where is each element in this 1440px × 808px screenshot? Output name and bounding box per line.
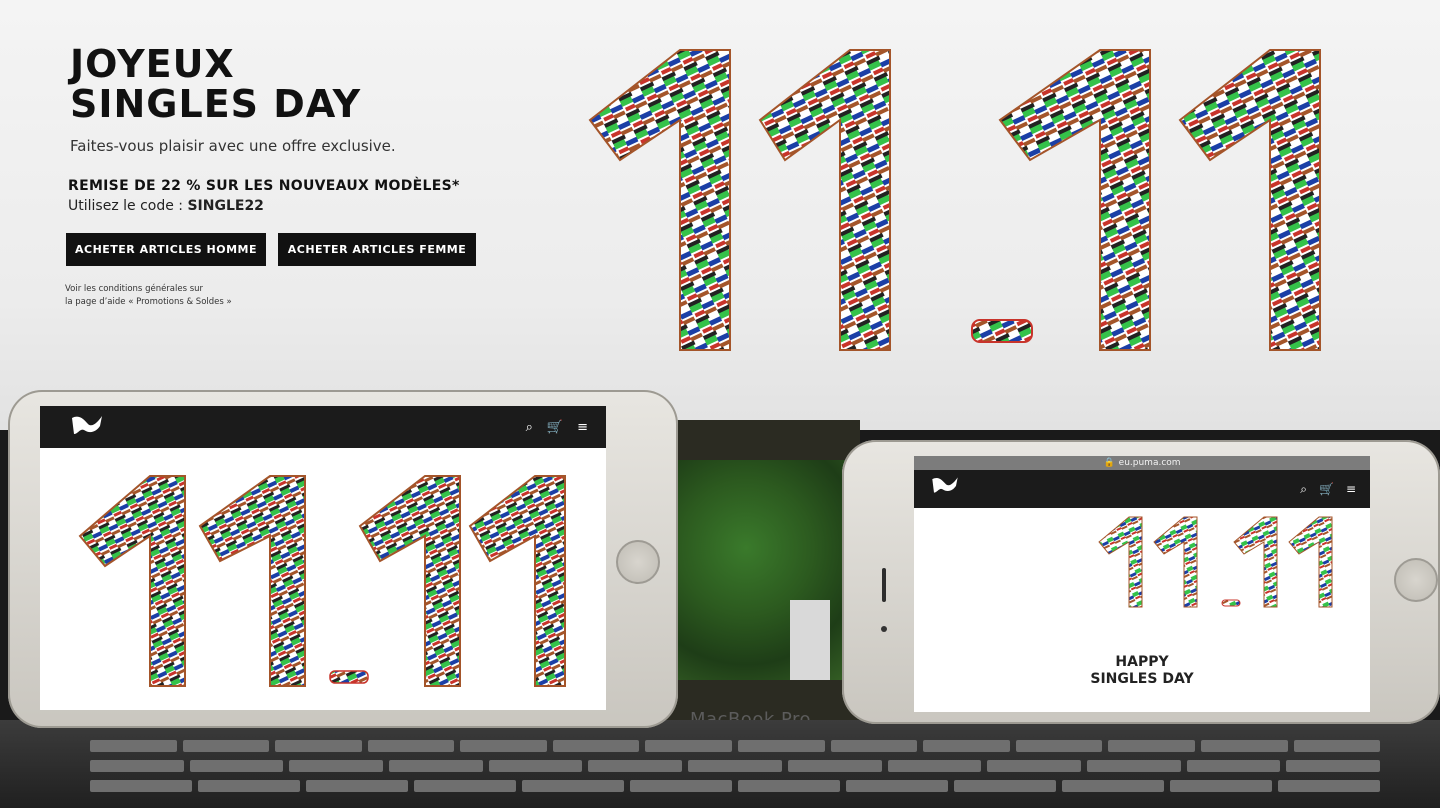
promo-code-prefix: Utilisez le code : bbox=[68, 198, 188, 214]
happy-singles-day-heading: HAPPY SINGLES DAY bbox=[914, 654, 1370, 688]
digit-one-d bbox=[1178, 49, 1321, 351]
phone-right-camera-icon bbox=[881, 626, 887, 632]
offer-text: REMISE DE 22 % SUR LES NOUVEAUX MODÈLES* bbox=[68, 178, 460, 194]
url-text: eu.puma.com bbox=[1118, 458, 1181, 468]
terms-line-1: Voir les conditions générales sur bbox=[65, 284, 204, 294]
search-icon[interactable]: ⌕ bbox=[526, 420, 533, 435]
puma-logo-icon[interactable] bbox=[930, 474, 960, 502]
menu-icon[interactable]: ≡ bbox=[1346, 482, 1356, 497]
key-row bbox=[90, 760, 1380, 772]
headline-line-1: JOYEUX bbox=[70, 42, 235, 86]
terms-line-2: la page d’aide « Promotions & Soldes » bbox=[65, 297, 232, 307]
key-row bbox=[90, 740, 1381, 752]
digit-one-c bbox=[998, 49, 1151, 351]
happy-line-1: HAPPY bbox=[1115, 654, 1169, 670]
phone-right-nav-icons: ⌕ 🛒 ≡ bbox=[1300, 482, 1356, 497]
promo-code-line: Utilisez le code : SINGLE22 bbox=[68, 198, 264, 214]
wallpaper-building bbox=[790, 600, 830, 680]
phone-right: 🔒 eu.puma.com ⌕ 🛒 ≡ HAPPY SINGLES DAY bbox=[842, 440, 1440, 724]
sneaker-art-11-11 bbox=[588, 49, 1321, 351]
monitor-screen: JOYEUX SINGLES DAY Faites-vous plaisir a… bbox=[0, 0, 1440, 430]
phone-right-home-button[interactable] bbox=[1394, 558, 1438, 602]
phone-left-navbar: ⌕ 🛒 ≡ bbox=[40, 406, 606, 448]
browser-url-bar[interactable]: 🔒 eu.puma.com bbox=[914, 456, 1370, 470]
terms-link[interactable]: Voir les conditions générales sur la pag… bbox=[65, 283, 232, 309]
phone-right-navbar: ⌕ 🛒 ≡ bbox=[914, 470, 1370, 508]
hero-subtitle: Faites-vous plaisir avec une offre exclu… bbox=[70, 137, 396, 155]
laptop-keyboard bbox=[0, 720, 1440, 808]
hero-headline: JOYEUX SINGLES DAY bbox=[70, 44, 361, 124]
key-row bbox=[90, 780, 1380, 792]
puma-logo-icon[interactable] bbox=[70, 412, 104, 444]
shop-women-button[interactable]: ACHETER ARTICLES FEMME bbox=[278, 233, 476, 266]
phone-left-home-button[interactable] bbox=[616, 540, 660, 584]
phone-right-screen: 🔒 eu.puma.com ⌕ 🛒 ≡ HAPPY SINGLES DAY bbox=[914, 456, 1370, 712]
shop-men-button[interactable]: ACHETER ARTICLES HOMME bbox=[66, 233, 266, 266]
dot-sneaker bbox=[971, 319, 1033, 343]
lock-icon: 🔒 bbox=[1103, 458, 1115, 468]
menu-icon[interactable]: ≡ bbox=[577, 420, 588, 435]
phone-left: ⌕ 🛒 ≡ bbox=[8, 390, 678, 728]
phone-right-sneaker-art-11-11 bbox=[1098, 516, 1333, 608]
happy-line-2: SINGLES DAY bbox=[1090, 671, 1194, 687]
digit-one-a bbox=[588, 49, 731, 351]
digit-one-b bbox=[758, 49, 891, 351]
phone-left-sneaker-art-11-11 bbox=[78, 475, 566, 687]
cart-icon[interactable]: 🛒 bbox=[1319, 482, 1334, 497]
promo-code: SINGLE22 bbox=[187, 198, 264, 214]
cart-icon[interactable]: 🛒 bbox=[547, 420, 563, 435]
phone-left-screen: ⌕ 🛒 ≡ bbox=[40, 406, 606, 710]
phone-left-nav-icons: ⌕ 🛒 ≡ bbox=[526, 420, 588, 435]
headline-line-2: SINGLES DAY bbox=[70, 82, 362, 126]
search-icon[interactable]: ⌕ bbox=[1300, 482, 1307, 497]
photo-scene: JOYEUX SINGLES DAY Faites-vous plaisir a… bbox=[0, 0, 1440, 808]
phone-right-volume-button bbox=[882, 568, 886, 602]
